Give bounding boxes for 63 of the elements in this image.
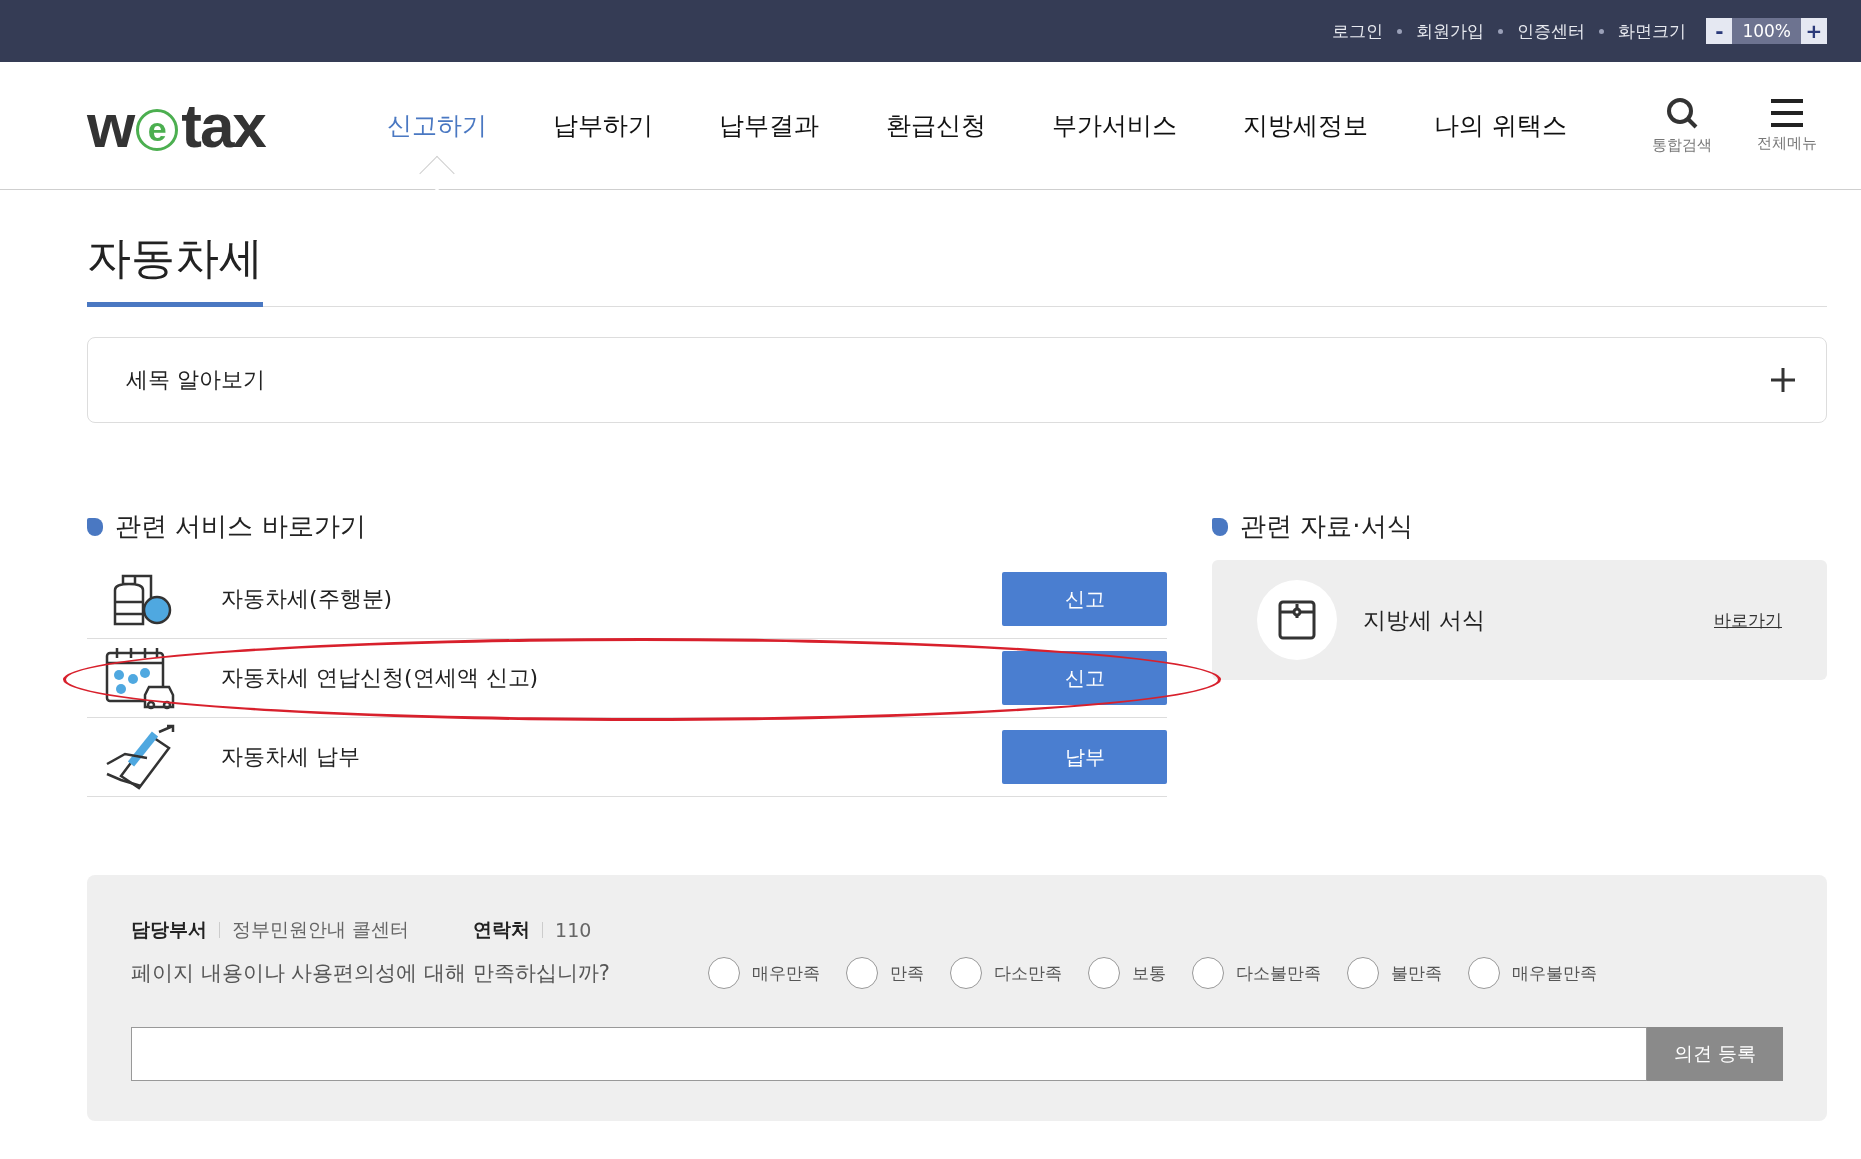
section-title: 관련 자료·서식 (1240, 510, 1413, 544)
bullet-icon (1212, 517, 1228, 536)
satisfaction-option[interactable]: 다소불만족 (1192, 957, 1321, 990)
tax-info-accordion[interactable]: 세목 알아보기 (87, 337, 1827, 424)
contact-value: 110 (555, 919, 592, 942)
top-link[interactable]: 회원가입 (1416, 19, 1485, 43)
page-title: 자동차세 (87, 229, 263, 308)
search-icon (1665, 96, 1699, 130)
radio-button[interactable] (708, 957, 740, 990)
section-title: 관련 서비스 바로가기 (115, 510, 366, 544)
radio-button[interactable] (1468, 957, 1500, 990)
top-link[interactable]: 인증센터 (1517, 19, 1586, 43)
nav-menu-item[interactable]: 납부하기 (553, 99, 654, 152)
service-name: 자동차세 납부 (221, 743, 361, 772)
satisfaction-option[interactable]: 다소만족 (950, 957, 1062, 990)
radio-button[interactable] (1088, 957, 1120, 990)
satisfaction-option[interactable]: 매우불만족 (1468, 957, 1597, 990)
nav-menu-item[interactable]: 나의 위택스 (1434, 99, 1567, 152)
satisfaction-option[interactable]: 불만족 (1347, 957, 1442, 990)
option-label: 보통 (1132, 961, 1166, 985)
top-link[interactable]: 로그인 (1332, 19, 1384, 43)
zoom-out-button[interactable]: - (1706, 18, 1733, 44)
nav-menu-item[interactable]: 신고하기 (387, 99, 487, 152)
accordion-label: 세목 알아보기 (126, 366, 265, 395)
envelope-icon (1278, 600, 1316, 641)
option-label: 매우만족 (752, 961, 820, 985)
service-button[interactable]: 신고 (1002, 572, 1167, 627)
nav-menu-item[interactable]: 지방세정보 (1242, 99, 1368, 152)
wetax-logo[interactable]: w e tax (87, 90, 387, 161)
radio-button[interactable] (1347, 957, 1379, 990)
nav-menu-item[interactable]: 납부결과 (719, 99, 820, 152)
zoom-label: 화면크기 (1618, 19, 1687, 43)
service-name: 자동차세(주행분) (221, 585, 394, 614)
dept-label: 담당부서 (131, 917, 207, 943)
nav-menu-item[interactable]: 부가서비스 (1051, 99, 1177, 152)
shortcut-link[interactable]: 바로가기 (1714, 608, 1782, 632)
service-button[interactable]: 신고 (1002, 651, 1167, 706)
satisfaction-question: 페이지 내용이나 사용편의성에 대해 만족하십니까? (131, 960, 611, 988)
satisfaction-option[interactable]: 만족 (846, 957, 924, 990)
nav-menu-item[interactable]: 환급신청 (885, 99, 986, 152)
radio-button[interactable] (950, 957, 982, 990)
option-label: 불만족 (1391, 961, 1442, 985)
service-button[interactable]: 납부 (1002, 730, 1167, 785)
contact-label: 연락처 (473, 917, 531, 943)
option-label: 만족 (890, 961, 924, 985)
menu-icon (1770, 98, 1804, 128)
opinion-input-field[interactable] (131, 1027, 1647, 1082)
option-label: 다소만족 (994, 961, 1062, 985)
radio-button[interactable] (1192, 957, 1224, 990)
zoom-in-button[interactable]: + (1801, 18, 1827, 44)
option-label: 다소불만족 (1236, 961, 1321, 985)
option-label: 매우불만족 (1512, 961, 1597, 985)
menu-button[interactable]: 전체메뉴 (1747, 98, 1827, 153)
bullet-icon (87, 517, 103, 536)
resource-title: 지방세 서식 (1363, 605, 1487, 635)
zoom-value: 100% (1732, 18, 1801, 44)
satisfaction-option[interactable]: 보통 (1088, 957, 1166, 990)
service-name: 자동차세 연납신청(연세액 신고) (221, 664, 540, 693)
plus-icon (1770, 367, 1796, 394)
search-button[interactable]: 통합검색 (1642, 96, 1722, 155)
satisfaction-option[interactable]: 매우만족 (708, 957, 820, 990)
radio-button[interactable] (846, 957, 878, 990)
dept-value: 정부민원안내 콜센터 (232, 917, 410, 943)
